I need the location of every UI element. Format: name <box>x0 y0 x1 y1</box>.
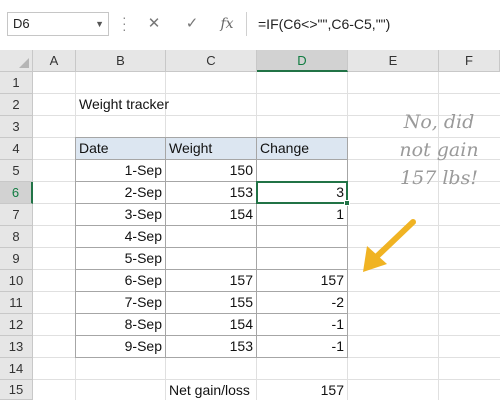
table-cell[interactable]: 154 <box>166 204 257 225</box>
row-header-1[interactable]: 1 <box>0 72 33 94</box>
arrow-icon <box>363 219 416 272</box>
row-header-4[interactable]: 4 <box>0 138 33 160</box>
table-cell[interactable]: 1-Sep <box>76 160 166 181</box>
table-border <box>76 357 348 358</box>
column-header-e[interactable]: E <box>348 50 439 72</box>
column-header-b[interactable]: B <box>76 50 166 72</box>
table-header-cell[interactable]: Weight <box>166 138 257 159</box>
annotation-line: 157 lbs! <box>400 167 478 189</box>
close-icon: ✕ <box>147 15 161 32</box>
table-cell[interactable]: 154 <box>166 314 257 335</box>
table-cell[interactable]: 4-Sep <box>76 226 166 247</box>
column-header-c[interactable]: C <box>166 50 257 72</box>
check-icon: ✓ <box>185 15 199 32</box>
column-header-a[interactable]: A <box>33 50 76 72</box>
table-cell[interactable]: 3-Sep <box>76 204 166 225</box>
annotation-line: No, did <box>403 111 475 133</box>
more-icon[interactable]: · · · <box>122 10 128 36</box>
summary-value[interactable]: 157 <box>257 380 348 400</box>
table-cell[interactable]: 150 <box>166 160 257 181</box>
table-cell[interactable]: 153 <box>166 182 257 203</box>
table-cell[interactable]: 153 <box>166 336 257 357</box>
table-cell[interactable]: 155 <box>166 292 257 313</box>
row-header-3[interactable]: 3 <box>0 116 33 138</box>
table-header-cell[interactable]: Change <box>257 138 348 159</box>
table-cell[interactable]: 2-Sep <box>76 182 166 203</box>
summary-label[interactable]: Net gain/loss <box>166 380 257 400</box>
table-cell[interactable]: -2 <box>257 292 348 313</box>
sheet-title[interactable]: Weight tracker <box>76 94 169 115</box>
row-header-10[interactable]: 10 <box>0 270 33 292</box>
row-header-2[interactable]: 2 <box>0 94 33 116</box>
row-header-11[interactable]: 11 <box>0 292 33 314</box>
table-cell[interactable]: 7-Sep <box>76 292 166 313</box>
row-header-9[interactable]: 9 <box>0 248 33 270</box>
table-cell[interactable]: 8-Sep <box>76 314 166 335</box>
annotation-note: No, did not gain 157 lbs! <box>378 108 500 192</box>
select-all-button[interactable] <box>0 50 33 72</box>
row-header-14[interactable]: 14 <box>0 358 33 380</box>
chevron-down-icon[interactable]: ▼ <box>95 13 104 35</box>
row-header-5[interactable]: 5 <box>0 160 33 182</box>
row-header-7[interactable]: 7 <box>0 204 33 226</box>
table-cell[interactable]: 5-Sep <box>76 248 166 269</box>
annotation-line: not gain <box>399 139 479 161</box>
active-cell[interactable] <box>256 181 348 204</box>
table-cell[interactable]: 157 <box>166 270 257 291</box>
table-cell[interactable]: 157 <box>257 270 348 291</box>
cancel-button[interactable]: ✕ <box>140 12 168 36</box>
name-box-value: D6 <box>13 16 30 31</box>
formula-text: =IF(C6<>"",C6-C5,"") <box>258 16 391 32</box>
fill-handle[interactable] <box>344 200 350 206</box>
name-box[interactable]: D6 ▼ <box>7 12 109 36</box>
spreadsheet-grid[interactable]: ABCDEF 1 2 3 4 5 6 7 8 9 10 11 12 13 14 15 Weight trac… <box>0 50 500 400</box>
column-header-d[interactable]: D <box>257 50 348 72</box>
insert-function-button[interactable]: fx <box>213 12 241 36</box>
row-header-13[interactable]: 13 <box>0 336 33 358</box>
table-header-cell[interactable]: Date <box>76 138 166 159</box>
table-cell[interactable]: -1 <box>257 314 348 335</box>
table-cell[interactable]: 9-Sep <box>76 336 166 357</box>
select-all-icon <box>19 58 29 68</box>
enter-button[interactable]: ✓ <box>178 12 206 36</box>
row-header-15[interactable]: 15 <box>0 380 33 400</box>
row-header-12[interactable]: 12 <box>0 314 33 336</box>
table-cell[interactable]: 6-Sep <box>76 270 166 291</box>
formula-bar: D6 ▼ · · · ✕ ✓ fx =IF(C6<>"",C6-C5,"") <box>0 0 500 50</box>
column-header-f[interactable]: F <box>439 50 500 72</box>
table-cell[interactable]: -1 <box>257 336 348 357</box>
fx-icon: fx <box>220 16 234 32</box>
row-header-8[interactable]: 8 <box>0 226 33 248</box>
table-cell[interactable]: 1 <box>257 204 348 225</box>
row-header-6[interactable]: 6 <box>0 182 33 204</box>
